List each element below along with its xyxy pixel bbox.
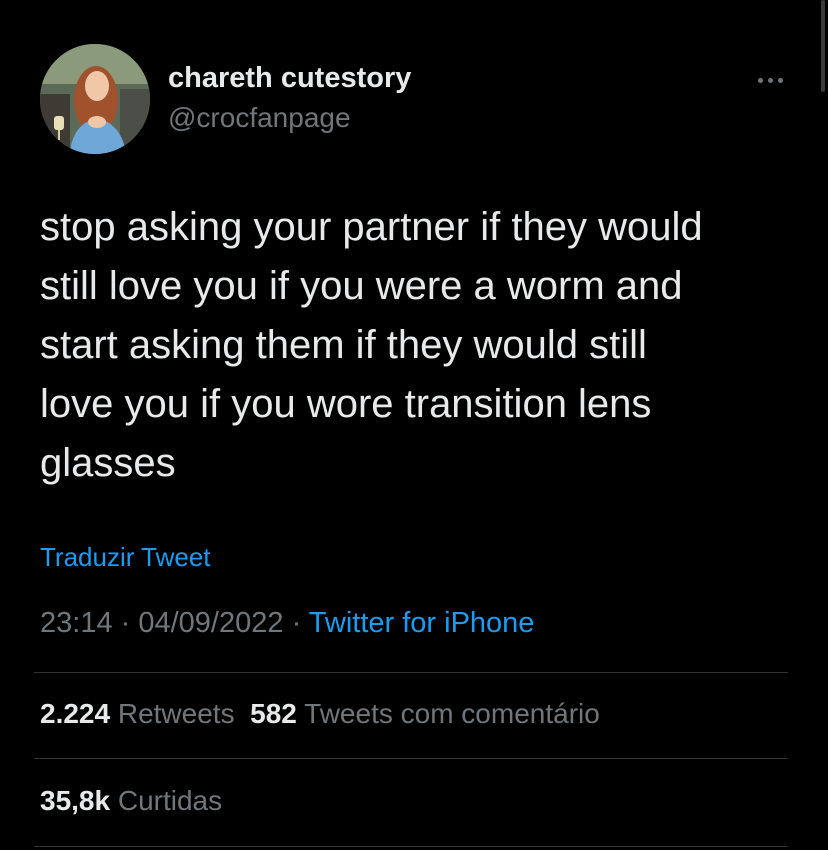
tweet-source-link[interactable]: Twitter for iPhone: [309, 607, 535, 639]
tweet-metadata: 23:14 · 04/09/2022 · Twitter for iPhone: [40, 607, 534, 640]
quote-tweets-stat[interactable]: 582 Tweets com comentário: [250, 698, 600, 729]
tweet-date[interactable]: 04/09/2022: [138, 607, 283, 639]
avatar-photo: [40, 44, 150, 154]
display-name[interactable]: chareth cutestory: [168, 62, 411, 95]
tweet-text-line: glasses: [40, 441, 176, 485]
meta-separator: ·: [112, 607, 139, 639]
tweet-text-line: love you if you wore transition lens: [40, 382, 652, 426]
translate-tweet-link[interactable]: Traduzir Tweet: [40, 542, 211, 573]
user-handle[interactable]: @crocfanpage: [168, 102, 351, 134]
likes-stat[interactable]: 35,8k Curtidas: [40, 785, 222, 816]
more-horizontal-icon: [767, 77, 773, 83]
retweets-stat[interactable]: 2.224 Retweets: [40, 698, 235, 729]
tweet-time[interactable]: 23:14: [40, 607, 113, 639]
more-horizontal-icon: [757, 77, 763, 83]
divider: [34, 846, 788, 847]
tweet-detail: chareth cutestory @crocfanpage stop aski…: [0, 0, 828, 850]
scrollbar-thumb[interactable]: [821, 0, 825, 92]
quote-tweets-count: 582: [250, 698, 297, 729]
tweet-text-line: still love you if you were a worm and: [40, 264, 683, 308]
quote-tweets-label: Tweets com comentário: [304, 698, 600, 729]
meta-separator: ·: [283, 607, 309, 639]
more-options-button[interactable]: [742, 62, 798, 98]
scrollbar[interactable]: [818, 0, 828, 100]
divider: [34, 672, 788, 673]
tweet-text: stop asking your partner if they would s…: [40, 198, 800, 493]
avatar[interactable]: [40, 44, 150, 154]
retweets-label: Retweets: [117, 698, 235, 729]
tweet-text-line: start asking them if they would still: [40, 323, 647, 367]
retweets-count: 2.224: [40, 698, 111, 729]
likes-label: Curtidas: [117, 785, 223, 816]
divider: [34, 758, 788, 759]
likes-stat-row: 35,8k Curtidas: [40, 785, 222, 817]
tweet-text-line: stop asking your partner if they would: [40, 205, 703, 249]
engagement-stats-row: 2.224 Retweets 582 Tweets com comentário: [40, 698, 600, 730]
more-horizontal-icon: [777, 77, 783, 83]
likes-count: 35,8k: [40, 785, 111, 816]
